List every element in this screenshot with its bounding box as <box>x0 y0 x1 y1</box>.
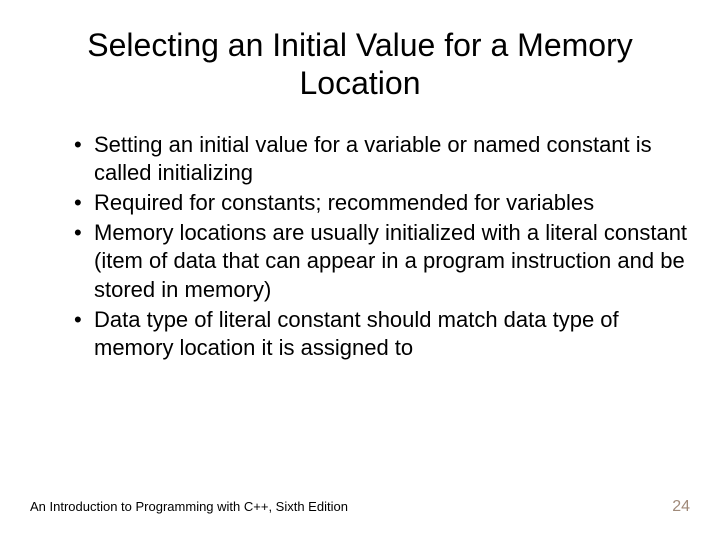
footer: An Introduction to Programming with C++,… <box>30 498 690 516</box>
slide-title: Selecting an Initial Value for a Memory … <box>30 26 690 103</box>
footer-text: An Introduction to Programming with C++,… <box>30 499 348 514</box>
page-number: 24 <box>672 498 690 516</box>
list-item: Setting an initial value for a variable … <box>74 131 690 187</box>
list-item: Data type of literal constant should mat… <box>74 306 690 362</box>
bullet-list: Setting an initial value for a variable … <box>30 131 690 362</box>
list-item: Memory locations are usually initialized… <box>74 219 690 303</box>
list-item: Required for constants; recommended for … <box>74 189 690 217</box>
slide: Selecting an Initial Value for a Memory … <box>0 0 720 540</box>
